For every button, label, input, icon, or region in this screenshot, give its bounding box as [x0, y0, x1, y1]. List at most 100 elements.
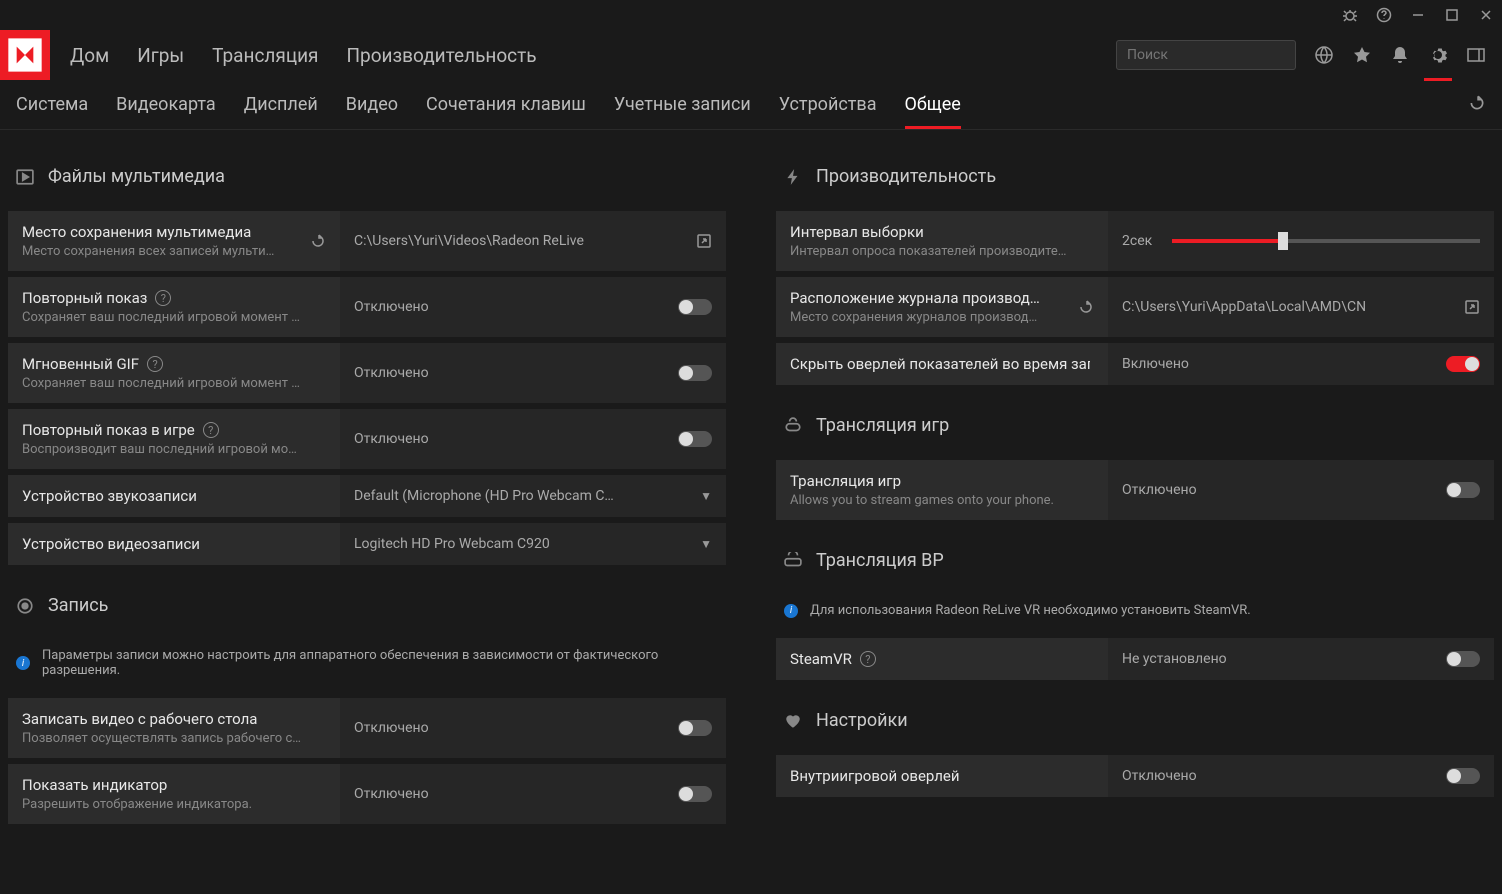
show-indicator-toggle[interactable]	[678, 786, 712, 802]
heart-icon	[784, 712, 802, 730]
sampling-interval-value-cell: 2сек	[1108, 211, 1494, 271]
bolt-icon	[784, 168, 802, 186]
help-icon[interactable]	[1376, 7, 1392, 23]
tab-display[interactable]: Дисплей	[244, 94, 318, 129]
settings-icon[interactable]	[1428, 45, 1448, 65]
section-game-streaming: Трансляция игр	[816, 415, 949, 436]
instant-replay-toggle[interactable]	[678, 299, 712, 315]
close-icon[interactable]	[1478, 7, 1494, 23]
show-indicator-label-cell: Показать индикатор Разрешить отображение…	[8, 764, 340, 824]
search-box[interactable]	[1116, 40, 1296, 70]
record-desktop-label-cell: Записать видео с рабочего стола Позволяе…	[8, 698, 340, 758]
ingame-overlay-toggle[interactable]	[1446, 768, 1480, 784]
steamvr-value-cell: Не установлено	[1108, 638, 1494, 680]
nav-streaming[interactable]: Трансляция	[212, 44, 318, 67]
ingame-replay-toggle[interactable]	[678, 431, 712, 447]
tab-system[interactable]: Система	[16, 94, 88, 129]
audio-device-label: Устройство звукозаписи	[22, 487, 197, 505]
web-icon[interactable]	[1314, 45, 1334, 65]
hide-overlay-value-cell: Включено	[1108, 343, 1494, 385]
minimize-icon[interactable]	[1410, 7, 1426, 23]
media-location-label-cell: Место сохранения мультимедиа Место сохра…	[8, 211, 340, 271]
media-location-value-cell[interactable]: C:\Users\Yuri\Videos\Radeon ReLive	[340, 211, 726, 271]
game-stream-value-cell: Отключено	[1108, 460, 1494, 520]
video-device-label-cell: Устройство видеозаписи	[8, 523, 340, 565]
ingame-replay-label-cell: Повторный показ в игре? Воспроизводит ва…	[8, 409, 340, 469]
steamvr-toggle[interactable]	[1446, 651, 1480, 667]
ingame-overlay-value-cell: Отключено	[1108, 755, 1494, 797]
nav-home[interactable]: Дом	[70, 44, 109, 67]
reset-icon[interactable]	[310, 233, 326, 249]
info-icon: i	[16, 656, 30, 670]
ingame-overlay-label-cell: Внутриигровой оверлей	[776, 755, 1108, 797]
favorite-icon[interactable]	[1352, 45, 1372, 65]
perf-log-desc: Место сохранения журналов производ…	[790, 310, 1040, 325]
tab-accounts[interactable]: Учетные записи	[614, 94, 751, 129]
instant-gif-label-cell: Мгновенный GIF? Сохраняет ваш последний …	[8, 343, 340, 403]
instant-replay-label: Повторный показ	[22, 289, 147, 307]
tab-video[interactable]: Видео	[346, 94, 398, 129]
perf-log-value-cell[interactable]: C:\Users\Yuri\AppData\Local\AMD\CN	[1108, 277, 1494, 337]
info-icon: i	[784, 604, 798, 618]
nav-performance[interactable]: Производительность	[346, 44, 536, 67]
record-icon	[16, 597, 34, 615]
instant-replay-value: Отключено	[354, 299, 429, 315]
video-device-select[interactable]: Logitech HD Pro Webcam C920 ▼	[340, 523, 726, 565]
bug-icon[interactable]	[1342, 7, 1358, 23]
open-folder-icon[interactable]	[1464, 299, 1480, 315]
section-media-files: Файлы мультимедиа	[48, 166, 225, 187]
game-stream-desc: Allows you to stream games onto your pho…	[790, 493, 1054, 508]
reset-icon[interactable]	[1078, 299, 1094, 315]
help-icon[interactable]: ?	[860, 651, 876, 667]
nav-games[interactable]: Игры	[137, 44, 184, 67]
help-icon[interactable]: ?	[155, 290, 171, 306]
audio-device-value: Default (Microphone (HD Pro Webcam C…	[354, 488, 614, 504]
chevron-down-icon: ▼	[700, 489, 712, 503]
game-stream-label: Трансляция игр	[790, 472, 1054, 490]
vr-icon	[784, 552, 802, 570]
game-stream-label-cell: Трансляция игр Allows you to stream game…	[776, 460, 1108, 520]
audio-device-label-cell: Устройство звукозаписи	[8, 475, 340, 517]
video-device-label: Устройство видеозаписи	[22, 535, 200, 553]
tab-hotkeys[interactable]: Сочетания клавиш	[426, 94, 586, 129]
ingame-overlay-label: Внутриигровой оверлей	[790, 767, 960, 785]
perf-log-label: Расположение журнала производ…	[790, 289, 1040, 307]
record-desktop-label: Записать видео с рабочего стола	[22, 710, 302, 728]
tab-graphics[interactable]: Видеокарта	[116, 94, 216, 129]
instant-replay-desc: Сохраняет ваш последний игровой момент в…	[22, 310, 302, 325]
sampling-interval-slider[interactable]	[1172, 239, 1480, 243]
audio-device-select[interactable]: Default (Microphone (HD Pro Webcam C… ▼	[340, 475, 726, 517]
left-column: Файлы мультимедиа Место сохранения мульт…	[8, 130, 726, 892]
header: Дом Игры Трансляция Производительность	[0, 30, 1502, 80]
help-icon[interactable]: ?	[203, 422, 219, 438]
sampling-interval-label: Интервал выборки	[790, 223, 1070, 241]
ingame-replay-desc: Воспроизводит ваш последний игровой моме…	[22, 442, 302, 457]
tab-devices[interactable]: Устройства	[779, 94, 877, 129]
perf-log-value: C:\Users\Yuri\AppData\Local\AMD\CN	[1122, 299, 1366, 315]
tab-general[interactable]: Общее	[905, 94, 961, 129]
record-desktop-desc: Позволяет осуществлять запись рабочего с…	[22, 731, 302, 746]
section-recording: Запись	[48, 595, 108, 616]
record-desktop-toggle[interactable]	[678, 720, 712, 736]
game-stream-toggle[interactable]	[1446, 482, 1480, 498]
instant-gif-value-cell: Отключено	[340, 343, 726, 403]
section-performance: Производительность	[816, 166, 996, 187]
steamvr-value: Не установлено	[1122, 651, 1227, 667]
search-input[interactable]	[1127, 47, 1305, 63]
bell-icon[interactable]	[1390, 45, 1410, 65]
record-desktop-value: Отключено	[354, 720, 429, 736]
help-icon[interactable]: ?	[147, 356, 163, 372]
reset-all-icon[interactable]	[1468, 94, 1486, 112]
amd-logo	[0, 30, 50, 80]
maximize-icon[interactable]	[1444, 7, 1460, 23]
sidebar-icon[interactable]	[1466, 45, 1486, 65]
section-preferences: Настройки	[816, 710, 908, 731]
sampling-interval-label-cell: Интервал выборки Интервал опроса показат…	[776, 211, 1108, 271]
section-vr-streaming: Трансляция ВР	[816, 550, 944, 571]
sampling-interval-desc: Интервал опроса показателей производител…	[790, 244, 1070, 259]
open-folder-icon[interactable]	[696, 233, 712, 249]
hide-overlay-toggle[interactable]	[1446, 356, 1480, 372]
instant-gif-label: Мгновенный GIF	[22, 355, 139, 373]
ingame-replay-value: Отключено	[354, 431, 429, 447]
instant-gif-toggle[interactable]	[678, 365, 712, 381]
